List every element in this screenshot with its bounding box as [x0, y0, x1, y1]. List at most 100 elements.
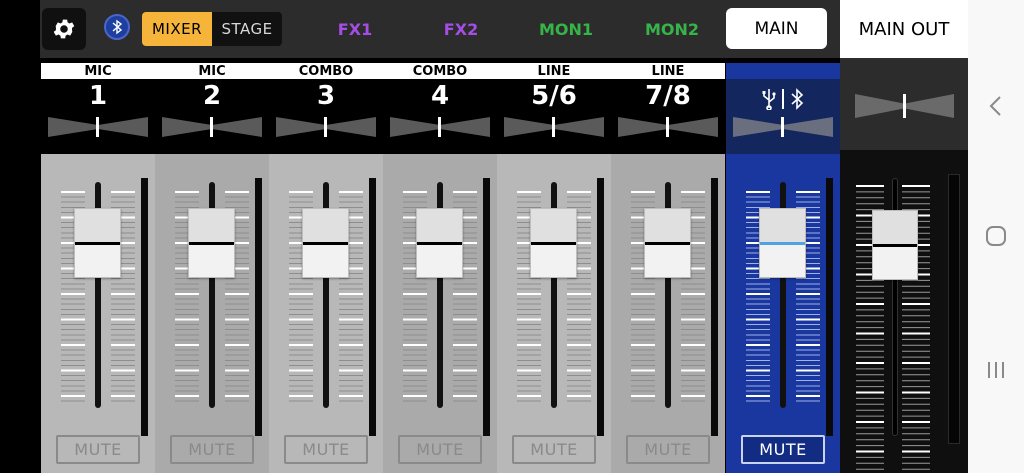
fader-cap[interactable] — [759, 208, 806, 278]
fader-cap-top — [189, 209, 234, 242]
bluetooth-icon — [112, 19, 123, 35]
mode-mixer-button[interactable]: MIXER — [142, 12, 212, 46]
main-out-fader-cap[interactable] — [872, 210, 918, 280]
fader-cap[interactable] — [74, 208, 121, 278]
tab-fx1[interactable]: FX1 — [312, 14, 398, 44]
mute-button[interactable]: MUTE — [512, 435, 596, 464]
usb-bluetooth-source — [726, 84, 840, 114]
level-meter — [711, 178, 718, 436]
channel-type-label: LINE — [497, 63, 611, 79]
channel-fader-area: MUTE — [155, 154, 269, 473]
channel-strip: MUTE — [726, 63, 840, 473]
balance-knob[interactable] — [903, 94, 906, 118]
fader-cap-line — [873, 244, 917, 247]
level-meter — [483, 178, 490, 436]
main-out-balance[interactable] — [855, 94, 954, 118]
pan-control[interactable] — [48, 117, 148, 137]
fader-cap-line — [531, 242, 576, 245]
channel-header: 4 — [383, 79, 497, 154]
mixer-app: MIXER STAGE FX1 FX2 MON1 MON2 MAIN MAIN … — [0, 0, 968, 473]
channel-fader-area: MUTE — [41, 154, 155, 473]
fader-cap-line — [760, 242, 805, 245]
fader-cap[interactable] — [188, 208, 235, 278]
main-out-label: MAIN OUT — [840, 0, 968, 58]
pan-knob[interactable] — [781, 117, 784, 137]
bluetooth-status-button[interactable] — [104, 14, 130, 40]
fader-cap-top — [760, 209, 805, 242]
fader-cap-line — [303, 242, 348, 245]
channel-type-label: COMBO — [383, 63, 497, 79]
pan-knob[interactable] — [210, 117, 213, 137]
gear-icon — [53, 19, 75, 39]
fader-cap[interactable] — [302, 208, 349, 278]
fader-cap-top — [417, 209, 462, 242]
level-meter — [597, 178, 604, 436]
settings-button[interactable] — [42, 8, 86, 50]
channel-fader-area: MUTE — [497, 154, 611, 473]
channel-fader-area: MUTE — [383, 154, 497, 473]
channel-header: 3 — [269, 79, 383, 154]
bluetooth-icon — [791, 88, 804, 110]
main-out-level-meter — [948, 174, 960, 444]
channel-header: 5/6 — [497, 79, 611, 154]
recents-icon — [988, 362, 1004, 378]
channel-fader-area: MUTE — [726, 154, 840, 473]
pan-knob[interactable] — [324, 117, 327, 137]
fader-cap-line — [417, 242, 462, 245]
pan-control[interactable] — [276, 117, 376, 137]
fader-cap[interactable] — [644, 208, 691, 278]
pan-knob[interactable] — [666, 117, 669, 137]
channel-strip: MIC 2 MUTE — [155, 63, 269, 473]
mute-button[interactable]: MUTE — [626, 435, 710, 464]
pan-control[interactable] — [733, 117, 833, 137]
pan-control[interactable] — [618, 117, 718, 137]
channel-header: 2 — [155, 79, 269, 154]
fader-cap-top — [531, 209, 576, 242]
recents-button[interactable] — [968, 350, 1024, 390]
channel-number: 7/8 — [645, 81, 691, 111]
channel-type-label: COMBO — [269, 63, 383, 79]
channel-type-label: MIC — [41, 63, 155, 79]
tab-fx2[interactable]: FX2 — [418, 14, 504, 44]
level-meter — [141, 178, 148, 436]
channel-strip: LINE 5/6 MUTE — [497, 63, 611, 473]
channel-type-label: MIC — [155, 63, 269, 79]
tab-mon2[interactable]: MON2 — [628, 14, 716, 44]
mute-button[interactable]: MUTE — [741, 435, 825, 464]
channel-fader-area: MUTE — [269, 154, 383, 473]
system-nav-bar — [968, 0, 1024, 473]
pan-knob[interactable] — [552, 117, 555, 137]
mute-button[interactable]: MUTE — [170, 435, 254, 464]
pan-control[interactable] — [162, 117, 262, 137]
fader-cap-top — [303, 209, 348, 242]
main-out-pan-area — [840, 58, 968, 150]
pan-control[interactable] — [390, 117, 490, 137]
mute-button[interactable]: MUTE — [284, 435, 368, 464]
home-icon — [986, 226, 1006, 246]
channel-header: 1 — [41, 79, 155, 154]
pan-knob[interactable] — [438, 117, 441, 137]
home-button[interactable] — [968, 216, 1024, 256]
source-divider — [782, 89, 784, 109]
pan-control[interactable] — [504, 117, 604, 137]
channel-header: 7/8 — [611, 79, 725, 154]
pan-knob[interactable] — [96, 117, 99, 137]
fader-cap[interactable] — [416, 208, 463, 278]
level-meter — [369, 178, 376, 436]
channel-type-label — [726, 63, 840, 79]
fader-cap[interactable] — [530, 208, 577, 278]
tab-main[interactable]: MAIN — [726, 8, 827, 49]
channel-strip: LINE 7/8 MUTE — [611, 63, 725, 473]
usb-icon — [762, 89, 776, 110]
mute-button[interactable]: MUTE — [398, 435, 482, 464]
mode-toggle: MIXER STAGE — [142, 12, 282, 46]
channel-fader-area: MUTE — [611, 154, 725, 473]
mode-stage-button[interactable]: STAGE — [212, 12, 282, 46]
level-meter — [255, 178, 262, 436]
mute-button[interactable]: MUTE — [56, 435, 140, 464]
main-out-strip — [840, 58, 968, 473]
back-button[interactable] — [968, 86, 1024, 126]
tab-mon1[interactable]: MON1 — [522, 14, 610, 44]
channel-number: 3 — [316, 81, 336, 111]
channel-header — [726, 79, 840, 154]
